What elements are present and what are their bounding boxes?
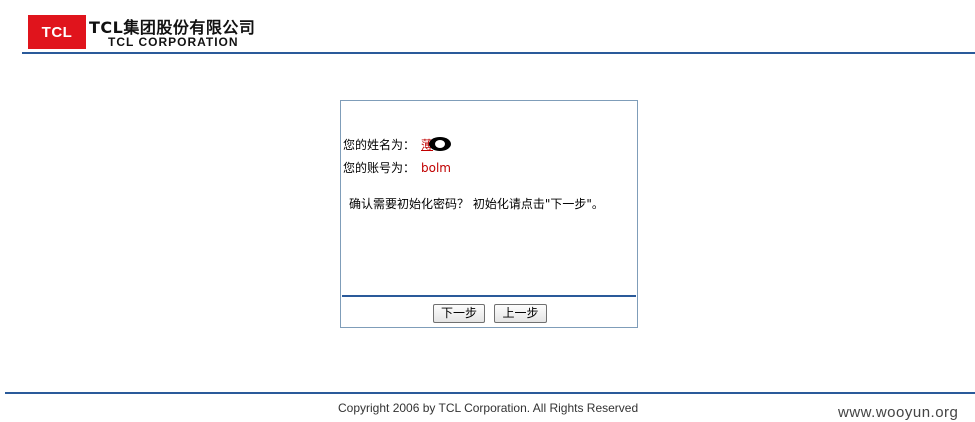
copyright-text: Copyright 2006 by TCL Corporation. All R… — [338, 401, 639, 415]
company-name-en: TCL CORPORATION — [108, 35, 239, 49]
name-row: 您的姓名为： 薄 — [343, 136, 452, 153]
panel-divider — [342, 295, 636, 297]
footer-divider — [5, 392, 975, 394]
reset-password-panel: 您的姓名为： 薄 您的账号为： bolm 确认需要初始化密码？ 初始化请点击"下一步… — [340, 100, 638, 328]
previous-step-button[interactable]: 上一步 — [494, 304, 547, 323]
account-row: 您的账号为： bolm — [343, 159, 451, 176]
account-label: 您的账号为： — [343, 161, 416, 175]
name-label: 您的姓名为： — [343, 138, 416, 152]
redaction-mark — [429, 136, 452, 151]
tcl-logo: TCL — [28, 15, 86, 49]
watermark-text: www.wooyun.org — [838, 404, 959, 421]
logo-text: TCL — [41, 23, 73, 41]
next-step-button[interactable]: 下一步 — [433, 304, 485, 323]
account-value: bolm — [421, 161, 451, 175]
name-value: 薄 — [421, 136, 452, 153]
page-header: TCL TCL集团股份有限公司 TCL CORPORATION — [0, 0, 975, 56]
confirm-message: 确认需要初始化密码？ 初始化请点击"下一步"。 — [349, 197, 604, 211]
header-divider — [22, 52, 975, 54]
